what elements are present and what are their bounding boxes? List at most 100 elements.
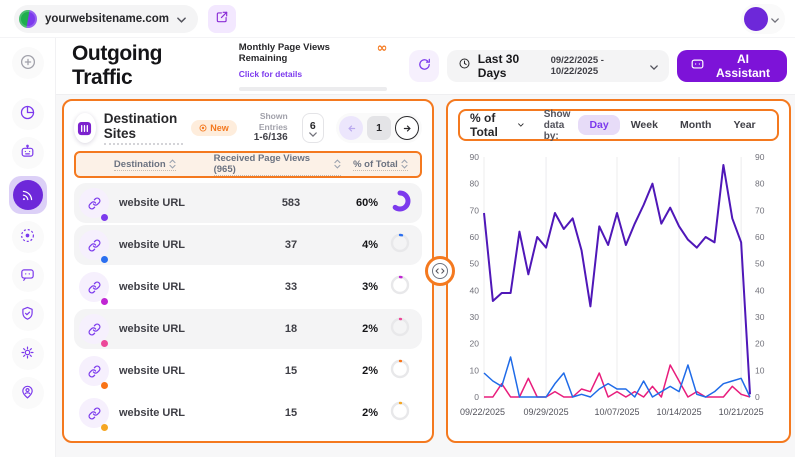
sort-icon [334,159,341,169]
svg-text:60: 60 [755,232,765,242]
sidebar-item-bot[interactable] [12,137,44,169]
panel-title: Destination Sites [104,111,184,145]
chart-area: 0010102020303040405050606070708080909009… [458,147,779,432]
click-for-details-link[interactable]: Click for details [239,69,302,79]
svg-text:0: 0 [755,392,760,402]
destination-url: website URL [119,407,185,419]
chat-bubble-icon [19,266,36,286]
table-column-header: Destination Received Page Views (965) % … [74,151,422,178]
per-page-select[interactable]: 6 [302,113,324,143]
shield-check-icon [19,305,36,325]
sidebar [0,38,56,457]
table-row[interactable]: website URL 15 2% [74,351,422,391]
open-site-button[interactable] [208,5,236,33]
sidebar-item-outgoing-traffic[interactable] [9,176,47,214]
current-page[interactable]: 1 [367,116,391,140]
destination-url: website URL [119,323,185,335]
series-color-dot [101,214,108,221]
table-row[interactable]: website URL 33 3% [74,267,422,307]
svg-text:90: 90 [755,152,765,162]
ai-assistant-button[interactable]: AI Assistant [677,50,786,82]
tab-week[interactable]: Week [620,115,669,135]
received-page-views: 583 [253,197,329,209]
sidebar-item-analytics[interactable] [12,98,44,130]
user-menu[interactable] [741,4,785,34]
clock-icon [458,57,471,75]
sidebar-item-security[interactable] [12,299,44,331]
column-destination[interactable]: Destination [114,159,176,171]
column-received-page-views[interactable]: Received Page Views (965) [214,153,341,176]
destination-url: website URL [119,239,185,251]
infinity-icon: ∞ [377,42,388,56]
signal-icon [13,180,43,210]
received-page-views: 15 [253,407,329,419]
destination-sites-icon [74,113,96,143]
pct-donut-chart [389,274,411,301]
panel-resize-handle[interactable] [425,256,455,286]
pct-donut-chart [389,358,411,385]
svg-text:70: 70 [470,205,480,215]
table-row[interactable]: website URL 15 2% [74,393,422,433]
person-pin-icon [19,383,36,403]
pct-donut-chart [389,400,411,427]
prev-page-button[interactable] [339,116,363,140]
date-range-selector[interactable]: Last 30 Days 09/22/2025 - 10/22/2025 [447,50,670,82]
svg-text:40: 40 [470,285,480,295]
show-data-by-label: Show data by: [544,109,571,142]
sidebar-item-add[interactable] [12,47,44,79]
table-row[interactable]: website URL 583 60% [74,183,422,223]
svg-text:60: 60 [470,232,480,242]
link-icon [79,356,109,386]
link-icon [79,230,109,260]
pct-of-total: 3% [329,281,383,293]
destination-rows: website URL 583 60% website URL 37 4% [74,183,422,433]
refresh-button[interactable] [409,50,438,82]
svg-text:20: 20 [470,339,480,349]
sidebar-item-chat[interactable] [12,260,44,292]
link-icon [79,272,109,302]
pct-donut-chart [389,232,411,259]
series-color-dot [101,298,108,305]
sort-icon [401,159,408,169]
pct-of-total: 2% [329,365,383,377]
site-logo-icon [19,10,37,28]
chart-controls: % of Total Show data by: Day Week Month … [458,109,779,141]
svg-text:10: 10 [755,365,765,375]
pagination: 1 [336,113,422,143]
tab-day[interactable]: Day [578,115,619,135]
svg-text:70: 70 [755,205,765,215]
avatar [744,7,768,31]
received-page-views: 37 [253,239,329,251]
ai-assistant-label: AI Assistant [712,52,773,80]
destination-url: website URL [119,281,185,293]
svg-text:10: 10 [470,365,480,375]
series-color-dot [101,424,108,431]
svg-text:30: 30 [755,312,765,322]
table-row[interactable]: website URL 37 4% [74,225,422,265]
chevron-down-icon [518,122,524,128]
site-selector[interactable]: yourwebsitename.com [14,5,198,33]
next-page-button[interactable] [395,116,419,140]
sidebar-item-settings[interactable] [12,338,44,370]
tab-month[interactable]: Month [669,115,723,135]
link-icon [79,314,109,344]
svg-text:80: 80 [470,179,480,189]
sidebar-item-target[interactable] [12,221,44,253]
svg-text:50: 50 [470,259,480,269]
target-icon [19,227,36,247]
svg-text:30: 30 [470,312,480,322]
page-title: Outgoing Traffic [72,42,217,90]
metric-selector[interactable]: % of Total [470,111,534,139]
chevron-down-icon [650,57,658,75]
column-pct-of-total[interactable]: % of Total [353,159,408,171]
sidebar-item-visitors[interactable] [12,377,44,409]
pct-of-total: 2% [329,323,383,335]
tab-year[interactable]: Year [722,115,766,135]
destination-url: website URL [119,197,185,209]
table-row[interactable]: website URL 18 2% [74,309,422,349]
robot-icon [19,143,36,163]
site-name: yourwebsitename.com [45,13,169,25]
pct-of-total: 2% [329,407,383,419]
svg-text:80: 80 [755,179,765,189]
svg-text:09/29/2025: 09/29/2025 [524,407,569,417]
